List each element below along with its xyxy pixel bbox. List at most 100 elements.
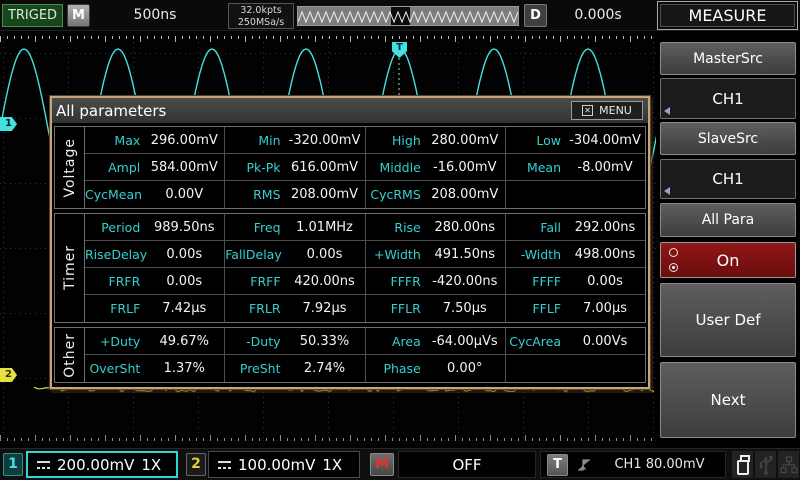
all-para-button[interactable]: All Para [660,203,796,237]
waveform-overview-bar[interactable] [297,6,519,26]
param-label: -Width [506,247,567,262]
param-row: FRFR0.00sFRFF420.00nsFFFR-420.00nsFFFF0.… [85,268,645,295]
param-label: Low [506,133,567,148]
dialog-body: Voltage Max296.00mVMin-320.00mVHigh280.0… [52,123,648,386]
master-src-button[interactable]: MasterSrc [660,42,796,75]
param-row: Period989.50nsFreq1.01MHzRise280.00nsFal… [85,214,645,241]
softkey-sidebar: MasterSrc CH1 SlaveSrc CH1 All Para On U… [656,31,800,448]
slave-src-button[interactable]: SlaveSrc [660,122,796,155]
param-label: CycRMS [366,187,427,202]
param-row: +Duty49.67%-Duty50.33%Area-64.00µVsCycAr… [85,328,645,355]
param-label: High [366,133,427,148]
param-value: -64.00µVs [427,334,505,349]
param-label: FFLR [366,301,427,316]
param-label: OverSht [85,361,146,376]
param-label: FallDelay [225,247,286,262]
all-para-on-button[interactable]: On [660,242,796,278]
param-cell: RiseDelay0.00s [85,241,225,267]
usb-host-icon [755,451,776,478]
memory-depth: 32.0kpts [229,5,293,17]
param-cell: -Duty50.33% [225,328,365,354]
param-cell: Phase0.00° [366,355,506,382]
param-value: 0.00V [146,187,224,202]
param-cell: Min-320.00mV [225,127,365,153]
dialog-menu-button[interactable]: ✕ MENU [571,101,643,120]
param-cell: RMS208.00mV [225,181,365,208]
trigger-status-box[interactable]: T CH1 80.00mV [540,451,726,478]
param-value: 989.50ns [146,220,224,235]
param-label: -Duty [225,334,286,349]
chevron-left-icon [664,187,670,195]
acquisition-readout: 32.0kpts 250MSa/s [228,3,294,29]
param-value: -304.00mV [567,133,645,148]
rising-edge-icon [576,457,592,473]
radio-off-icon [669,248,678,257]
param-value: 208.00mV [287,187,365,202]
ch2-scale-box[interactable]: 100.00mV 1X [208,451,360,478]
param-value: 280.00mV [427,133,505,148]
status-icons [732,451,799,478]
param-row: RiseDelay0.00sFallDelay0.00s+Width491.50… [85,241,645,268]
param-value: 50.33% [287,334,365,349]
ch1-badge[interactable]: 1 [3,453,23,476]
trigger-source-level: CH1 80.00mV [600,457,719,472]
ch1-probe: 1X [141,456,161,474]
dc-coupling-icon [37,460,50,470]
param-label: CycArea [506,334,567,349]
param-label: Phase [366,361,427,376]
param-label: Middle [366,160,427,175]
param-value: 7.42µs [146,301,224,316]
param-cell: FFLR7.50µs [366,295,506,322]
param-label: Min [225,133,286,148]
param-label: FRLR [225,301,286,316]
master-src-value-button[interactable]: CH1 [660,78,796,119]
ch2-probe: 1X [322,456,342,474]
chevron-left-icon [664,107,670,115]
param-label: Mean [506,160,567,175]
slave-src-value-button[interactable]: CH1 [660,159,796,199]
slave-src-value: CH1 [712,170,743,188]
math-status: OFF [452,456,481,474]
ch2-scale: 100.00mV [238,456,315,474]
param-value: 491.50ns [427,247,505,262]
dialog-header: All parameters ✕ MENU [52,98,648,123]
param-cell: Low-304.00mV [506,127,645,153]
param-value: 1.01MHz [287,220,365,235]
math-status-box[interactable]: OFF [398,451,536,478]
param-value: -16.00mV [427,160,505,175]
param-value: -320.00mV [287,133,365,148]
param-cell: +Duty49.67% [85,328,225,354]
param-cell: +Width491.50ns [366,241,506,267]
param-value: 2.74% [287,361,365,376]
param-label: CycMean [85,187,146,202]
math-badge[interactable]: M [370,453,394,476]
param-cell: Area-64.00µVs [366,328,506,354]
param-cell: FRLR7.92µs [225,295,365,322]
trigger-badge[interactable]: T [547,454,568,476]
param-cell [506,181,645,208]
lan-icon [778,451,799,478]
user-def-button[interactable]: User Def [660,283,796,357]
param-value: 7.00µs [567,301,645,316]
param-cell: Freq1.01MHz [225,214,365,240]
param-cell: Period989.50ns [85,214,225,240]
param-cell: CycRMS208.00mV [366,181,506,208]
param-value: 7.92µs [287,301,365,316]
param-cell: FFLF7.00µs [506,295,645,322]
param-label: Rise [366,220,427,235]
param-label: FFLF [506,301,567,316]
param-value: 0.00s [287,247,365,262]
param-cell: FFFR-420.00ns [366,268,506,294]
next-page-button[interactable]: Next [660,362,796,438]
param-value: 49.67% [146,334,224,349]
ch1-scale-box[interactable]: 200.00mV 1X [26,451,178,478]
param-value: 616.00mV [287,160,365,175]
horizontal-menu-button[interactable]: M [67,4,90,27]
ch2-badge[interactable]: 2 [186,453,206,476]
trigger-status-badge: TRIGED [2,4,63,27]
delay-button[interactable]: D [524,4,547,27]
param-cell: Rise280.00ns [366,214,506,240]
param-cell: Max296.00mV [85,127,225,153]
dialog-title: All parameters [56,102,571,120]
close-icon: ✕ [582,105,593,116]
